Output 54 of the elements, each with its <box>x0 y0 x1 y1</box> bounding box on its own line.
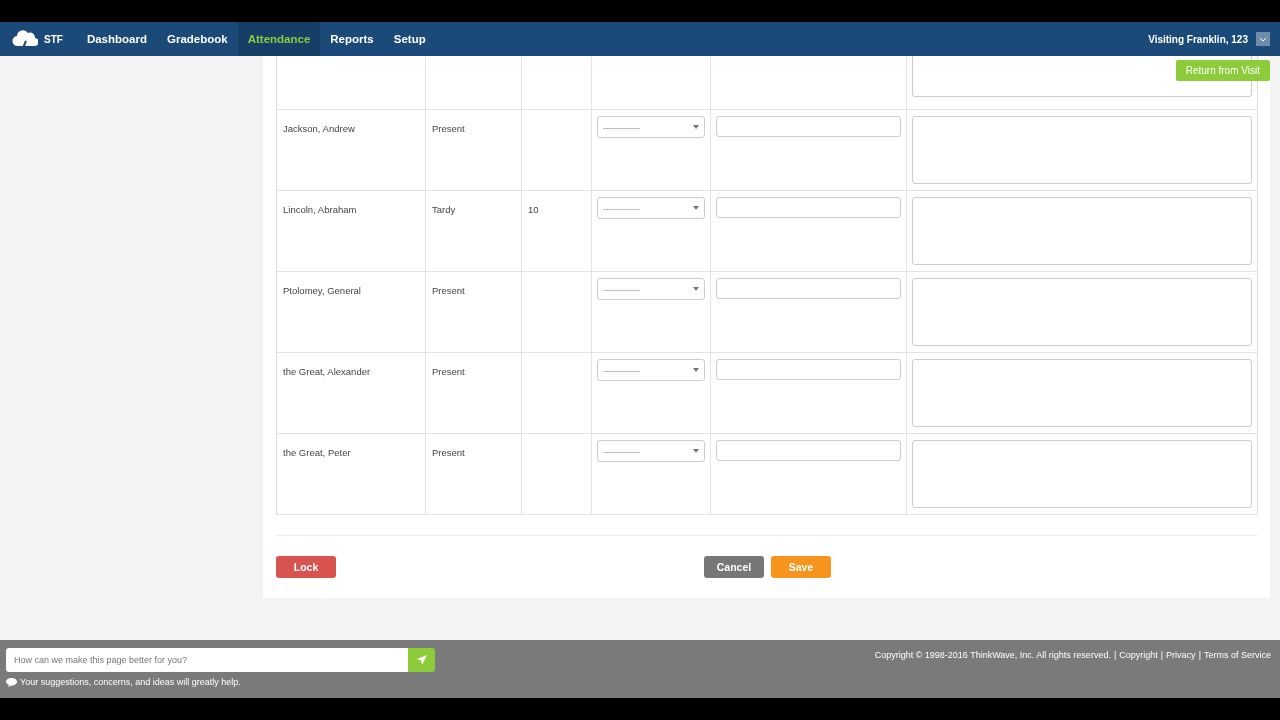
user-name: Visiting Franklin, 123 <box>1148 33 1248 45</box>
student-name: Ptolomey, General <box>283 285 361 296</box>
chat-icon <box>6 677 17 687</box>
comment-textarea[interactable] <box>912 197 1252 265</box>
nav-tab[interactable]: Setup <box>383 22 436 56</box>
link-separator: | <box>1198 650 1201 660</box>
link-separator: | <box>1113 650 1117 660</box>
reason-select[interactable]: -------------- <box>597 440 705 462</box>
caret-icon <box>693 125 699 129</box>
feedback-input[interactable]: How can we make this page better for you? <box>6 648 408 672</box>
note-input[interactable] <box>716 116 901 137</box>
caret-icon <box>693 368 699 372</box>
reason-select[interactable]: -------------- <box>597 197 705 219</box>
note-input[interactable] <box>716 197 901 218</box>
nav-tab[interactable]: Gradebook <box>156 22 238 56</box>
reason-select[interactable]: -------------- <box>597 359 705 381</box>
comment-textarea[interactable] <box>912 116 1252 184</box>
nav-tab[interactable]: Attendance <box>237 22 321 56</box>
dropdown-button[interactable] <box>1256 32 1270 46</box>
caret-icon <box>693 206 699 210</box>
comment-textarea[interactable] <box>912 359 1252 427</box>
student-name: Jackson, Andrew <box>283 123 355 134</box>
send-button[interactable] <box>408 648 435 672</box>
brand-name[interactable]: STF <box>44 33 63 45</box>
note-input[interactable] <box>716 440 901 461</box>
link-separator: | <box>1160 650 1164 660</box>
feedback-hint: Your suggestions, concerns, and ideas will greatly help. <box>20 677 241 687</box>
nav-tab[interactable]: Reports <box>320 22 384 56</box>
cancel-button[interactable]: Cancel <box>704 556 764 578</box>
comment-textarea[interactable] <box>912 278 1252 346</box>
comment-textarea[interactable] <box>912 440 1252 508</box>
attendance-status: Tardy <box>432 204 456 215</box>
footer-link[interactable]: Terms of Service <box>1203 650 1271 660</box>
note-input[interactable] <box>716 278 901 299</box>
student-name: the Great, Peter <box>283 447 351 458</box>
paper-plane-icon <box>415 654 428 666</box>
student-name: the Great, Alexander <box>283 366 371 377</box>
footer-link[interactable]: Privacy <box>1166 650 1196 660</box>
copyright-text: Copyright © 1998-2016 ThinkWave, Inc. All rights reserved. <box>874 650 1111 660</box>
attendance-status: Present <box>432 285 465 296</box>
note-input[interactable] <box>716 359 901 380</box>
student-name: Lincoln, Abraham <box>283 204 357 215</box>
attendance-status: Present <box>432 447 465 458</box>
reason-select[interactable]: -------------- <box>597 116 705 138</box>
chevron-down-icon <box>1259 36 1267 42</box>
reason-select[interactable]: -------------- <box>597 278 705 300</box>
attendance-status: Present <box>432 366 465 377</box>
caret-icon <box>693 449 699 453</box>
caret-icon <box>693 287 699 291</box>
attendance-status: Present <box>432 123 465 134</box>
minutes-late: 10 <box>528 204 539 215</box>
footer-link[interactable]: Copyright <box>1119 650 1158 660</box>
nav-tab[interactable]: Dashboard <box>76 22 157 56</box>
lock-button[interactable]: Lock <box>276 556 336 578</box>
